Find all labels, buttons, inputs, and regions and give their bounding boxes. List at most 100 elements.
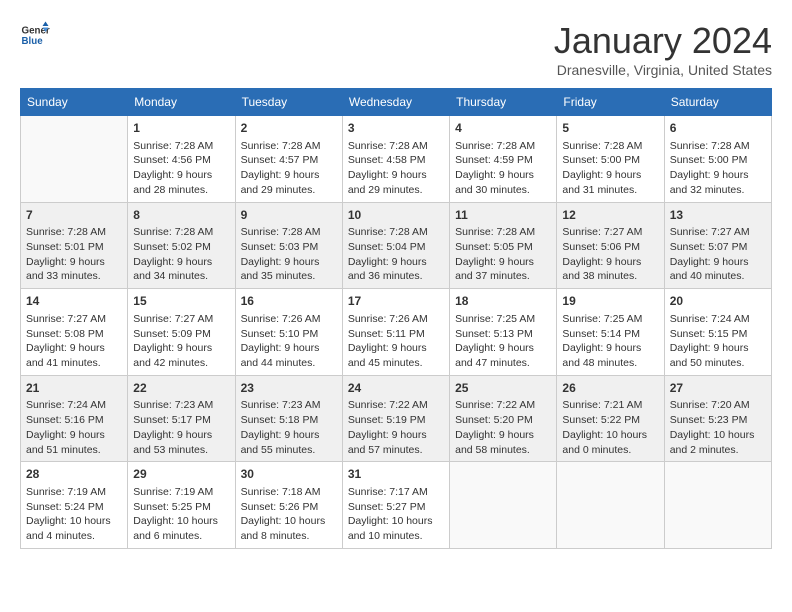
sunset-text: Sunset: 5:15 PM [670, 327, 766, 342]
calendar-cell [557, 462, 664, 549]
sunrise-text: Sunrise: 7:28 AM [455, 139, 551, 154]
day-number: 27 [670, 380, 766, 397]
sunset-text: Sunset: 5:04 PM [348, 240, 444, 255]
day-number: 29 [133, 466, 229, 483]
calendar-cell: 18Sunrise: 7:25 AMSunset: 5:13 PMDayligh… [450, 289, 557, 376]
page-header: General Blue January 2024 Dranesville, V… [20, 20, 772, 78]
calendar-cell: 6Sunrise: 7:28 AMSunset: 5:00 PMDaylight… [664, 116, 771, 203]
calendar-cell: 22Sunrise: 7:23 AMSunset: 5:17 PMDayligh… [128, 375, 235, 462]
calendar-cell: 3Sunrise: 7:28 AMSunset: 4:58 PMDaylight… [342, 116, 449, 203]
logo: General Blue [20, 20, 50, 50]
day-number: 16 [241, 293, 337, 310]
sunset-text: Sunset: 5:01 PM [26, 240, 122, 255]
calendar-cell: 10Sunrise: 7:28 AMSunset: 5:04 PMDayligh… [342, 202, 449, 289]
day-number: 4 [455, 120, 551, 137]
sunset-text: Sunset: 5:14 PM [562, 327, 658, 342]
calendar-week-row: 28Sunrise: 7:19 AMSunset: 5:24 PMDayligh… [21, 462, 772, 549]
daylight-text: Daylight: 9 hours and 51 minutes. [26, 428, 122, 457]
sunset-text: Sunset: 5:20 PM [455, 413, 551, 428]
day-number: 8 [133, 207, 229, 224]
location: Dranesville, Virginia, United States [554, 62, 772, 78]
day-number: 1 [133, 120, 229, 137]
day-number: 6 [670, 120, 766, 137]
sunset-text: Sunset: 5:05 PM [455, 240, 551, 255]
day-number: 12 [562, 207, 658, 224]
calendar-cell: 31Sunrise: 7:17 AMSunset: 5:27 PMDayligh… [342, 462, 449, 549]
sunset-text: Sunset: 5:07 PM [670, 240, 766, 255]
sunrise-text: Sunrise: 7:22 AM [348, 398, 444, 413]
calendar-cell: 14Sunrise: 7:27 AMSunset: 5:08 PMDayligh… [21, 289, 128, 376]
day-number: 10 [348, 207, 444, 224]
daylight-text: Daylight: 9 hours and 28 minutes. [133, 168, 229, 197]
calendar-week-row: 21Sunrise: 7:24 AMSunset: 5:16 PMDayligh… [21, 375, 772, 462]
sunset-text: Sunset: 5:27 PM [348, 500, 444, 515]
daylight-text: Daylight: 10 hours and 4 minutes. [26, 514, 122, 543]
day-number: 22 [133, 380, 229, 397]
sunset-text: Sunset: 4:59 PM [455, 153, 551, 168]
daylight-text: Daylight: 9 hours and 55 minutes. [241, 428, 337, 457]
calendar-cell: 15Sunrise: 7:27 AMSunset: 5:09 PMDayligh… [128, 289, 235, 376]
sunset-text: Sunset: 5:00 PM [562, 153, 658, 168]
weekday-header-saturday: Saturday [664, 89, 771, 116]
calendar-cell [664, 462, 771, 549]
calendar-week-row: 1Sunrise: 7:28 AMSunset: 4:56 PMDaylight… [21, 116, 772, 203]
sunset-text: Sunset: 5:22 PM [562, 413, 658, 428]
sunrise-text: Sunrise: 7:28 AM [348, 139, 444, 154]
day-number: 31 [348, 466, 444, 483]
daylight-text: Daylight: 9 hours and 38 minutes. [562, 255, 658, 284]
day-number: 30 [241, 466, 337, 483]
daylight-text: Daylight: 9 hours and 44 minutes. [241, 341, 337, 370]
sunrise-text: Sunrise: 7:28 AM [348, 225, 444, 240]
sunrise-text: Sunrise: 7:19 AM [26, 485, 122, 500]
calendar-cell: 27Sunrise: 7:20 AMSunset: 5:23 PMDayligh… [664, 375, 771, 462]
daylight-text: Daylight: 9 hours and 57 minutes. [348, 428, 444, 457]
calendar-cell [21, 116, 128, 203]
calendar-cell: 5Sunrise: 7:28 AMSunset: 5:00 PMDaylight… [557, 116, 664, 203]
day-number: 7 [26, 207, 122, 224]
sunset-text: Sunset: 5:09 PM [133, 327, 229, 342]
weekday-header-friday: Friday [557, 89, 664, 116]
sunrise-text: Sunrise: 7:20 AM [670, 398, 766, 413]
sunrise-text: Sunrise: 7:26 AM [241, 312, 337, 327]
daylight-text: Daylight: 10 hours and 10 minutes. [348, 514, 444, 543]
sunrise-text: Sunrise: 7:28 AM [241, 225, 337, 240]
day-number: 2 [241, 120, 337, 137]
day-number: 20 [670, 293, 766, 310]
daylight-text: Daylight: 9 hours and 34 minutes. [133, 255, 229, 284]
sunrise-text: Sunrise: 7:25 AM [455, 312, 551, 327]
calendar-week-row: 7 Sunrise: 7:28 AM Sunset: 5:01 PM Daylight… [21, 202, 772, 289]
sunset-text: Sunset: 5:18 PM [241, 413, 337, 428]
calendar-cell: 20Sunrise: 7:24 AMSunset: 5:15 PMDayligh… [664, 289, 771, 376]
sunrise-text: Sunrise: 7:28 AM [455, 225, 551, 240]
sunrise-text: Sunrise: 7:21 AM [562, 398, 658, 413]
day-number: 23 [241, 380, 337, 397]
sunset-text: Sunset: 4:56 PM [133, 153, 229, 168]
daylight-text: Daylight: 9 hours and 40 minutes. [670, 255, 766, 284]
calendar-cell: 4 Sunrise: 7:28 AMSunset: 4:59 PMDaylight… [450, 116, 557, 203]
weekday-header-tuesday: Tuesday [235, 89, 342, 116]
day-number: 17 [348, 293, 444, 310]
sunset-text: Sunset: 5:25 PM [133, 500, 229, 515]
day-number: 3 [348, 120, 444, 137]
day-number: 11 [455, 207, 551, 224]
sunset-text: Sunset: 4:58 PM [348, 153, 444, 168]
calendar-cell: 30Sunrise: 7:18 AMSunset: 5:26 PMDayligh… [235, 462, 342, 549]
day-number: 24 [348, 380, 444, 397]
daylight-text: Daylight: 10 hours and 2 minutes. [670, 428, 766, 457]
sunset-text: Sunset: 5:03 PM [241, 240, 337, 255]
sunset-text: Sunset: 5:26 PM [241, 500, 337, 515]
daylight-text: Daylight: 9 hours and 30 minutes. [455, 168, 551, 197]
daylight-text: Daylight: 9 hours and 50 minutes. [670, 341, 766, 370]
day-number: 28 [26, 466, 122, 483]
sunset-text: Sunset: 5:13 PM [455, 327, 551, 342]
sunrise-text: Sunrise: 7:24 AM [26, 398, 122, 413]
sunset-text: Sunset: 5:08 PM [26, 327, 122, 342]
calendar-table: SundayMondayTuesdayWednesdayThursdayFrid… [20, 88, 772, 549]
day-number: 15 [133, 293, 229, 310]
daylight-text: Daylight: 10 hours and 0 minutes. [562, 428, 658, 457]
calendar-cell: 23Sunrise: 7:23 AMSunset: 5:18 PMDayligh… [235, 375, 342, 462]
daylight-text: Daylight: 9 hours and 29 minutes. [241, 168, 337, 197]
calendar-cell: 12Sunrise: 7:27 AMSunset: 5:06 PMDayligh… [557, 202, 664, 289]
calendar-cell: 17Sunrise: 7:26 AMSunset: 5:11 PMDayligh… [342, 289, 449, 376]
sunrise-text: Sunrise: 7:23 AM [241, 398, 337, 413]
